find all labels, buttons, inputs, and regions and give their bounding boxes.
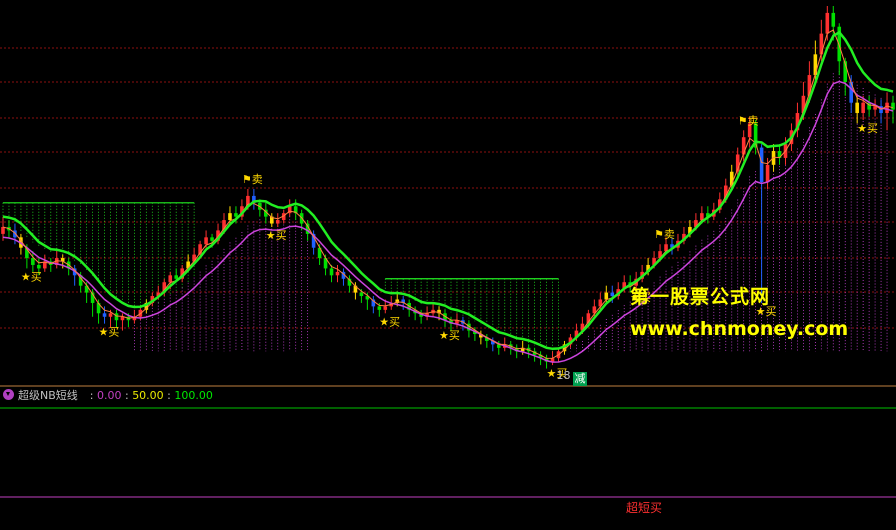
candle-body (855, 102, 859, 114)
candle-body (204, 237, 208, 245)
indicator-value-0: 0.00 (96, 389, 122, 402)
candle-body (108, 313, 113, 317)
candle-body (664, 244, 668, 252)
candle-body (114, 313, 119, 321)
buy-signal: ★买 (266, 229, 287, 242)
indicator-value-50: 50.00 (132, 389, 164, 402)
candle-body (765, 164, 770, 183)
buy-signal: ★买 (21, 270, 42, 283)
buy-signal: ★买 (379, 315, 400, 328)
sell-signal: ⚑卖 (654, 228, 675, 241)
candle-body (825, 12, 830, 34)
candle-body (275, 220, 280, 224)
candle-body (31, 258, 35, 265)
buy-signal: ★买 (857, 122, 878, 135)
zone-fills (2, 71, 888, 352)
reduce-marker: 减 (573, 372, 587, 386)
candle-body (174, 275, 179, 279)
candle-body (741, 137, 746, 155)
candle-body (861, 102, 865, 114)
watermark-url: www.chnmoney.com (630, 318, 849, 340)
candle-body (329, 268, 334, 276)
candle-body (831, 12, 836, 27)
candle-body (210, 237, 214, 241)
candle-body (359, 292, 364, 297)
candle-body (383, 306, 388, 310)
buy-signal: ★买 (439, 329, 460, 342)
kline-chart: ★买★买⚑卖★买★买★买★买★买⚑卖⚑卖★买★买18 (0, 6, 896, 498)
candle-body (891, 102, 895, 110)
candle-body (168, 275, 173, 283)
sell-signal: ⚑卖 (242, 173, 263, 186)
candle-body (228, 213, 232, 221)
candle-body (234, 213, 238, 217)
candle-body (813, 54, 818, 76)
candle-body (700, 213, 704, 221)
candle-body (819, 33, 824, 55)
indicator-header: 超级NB短线: 0.00 : 50.00 : 100.00 (0, 387, 896, 405)
count-annotation: 18 (557, 369, 571, 382)
candle-body (604, 292, 609, 300)
candle-body (1, 226, 5, 234)
indicator-value-100: 100.00 (174, 389, 213, 402)
candle-body (37, 264, 41, 269)
candle-body (377, 306, 382, 310)
indicator-menu-icon[interactable] (3, 389, 14, 400)
candle-body (335, 271, 340, 276)
buy-signal: ★买 (99, 326, 120, 339)
indicator-name[interactable]: 超级NB短线 (18, 389, 78, 402)
super-short-buy-label: 超短买 (626, 501, 663, 515)
sell-signal: ⚑卖 (738, 114, 759, 127)
candle-body (759, 147, 764, 183)
watermark-cn: 第一股票公式网 (630, 286, 771, 308)
candle-body (885, 102, 889, 114)
candle-body (610, 292, 615, 297)
candle-body (102, 313, 107, 317)
